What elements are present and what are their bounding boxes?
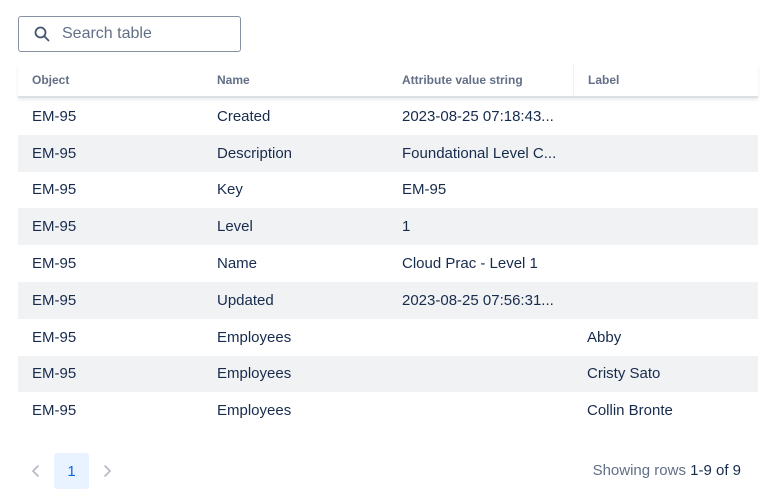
data-table: Object Name Attribute value string Label…	[18, 64, 758, 429]
table-cell-object: EM-95	[32, 365, 77, 383]
page-button-current[interactable]: 1	[54, 453, 89, 489]
table-cell-name: Updated	[217, 291, 274, 309]
search-field[interactable]	[18, 16, 241, 52]
table-cell-object: EM-95	[32, 181, 77, 199]
table-row: EM-95 Employees Abby	[18, 319, 758, 356]
table-cell-name: Employees	[217, 402, 292, 420]
table-cell-object: EM-95	[32, 107, 77, 125]
table-cell-attribute-value: 1	[402, 218, 411, 236]
table-cell-object: EM-95	[32, 402, 77, 420]
column-header-object[interactable]: Object	[18, 64, 203, 96]
table-cell-name: Employees	[217, 365, 292, 383]
search-icon	[34, 26, 50, 42]
rows-summary-range: 1-9 of 9	[690, 462, 741, 479]
table-row: EM-95 Description Foundational Level C...	[18, 134, 758, 172]
table-cell-label: Cristy Sato	[587, 365, 661, 383]
column-header-attribute-value-string[interactable]: Attribute value string	[388, 64, 573, 96]
table-row: EM-95 Employees Collin Bronte	[18, 392, 758, 429]
table-row: EM-95 Name Cloud Prac - Level 1	[18, 245, 758, 282]
table-cell-name: Level	[217, 218, 253, 236]
rows-summary-prefix: Showing rows	[592, 462, 686, 479]
table-cell-label: Collin Bronte	[587, 402, 673, 420]
table-header: Object Name Attribute value string Label	[18, 64, 758, 98]
table-row: EM-95 Key EM-95	[18, 172, 758, 209]
pagination: 1	[18, 453, 125, 489]
table-cell-label: Abby	[587, 328, 622, 346]
table-cell-name: Created	[217, 107, 271, 125]
next-page-button[interactable]	[89, 453, 125, 489]
table-cell-name: Description	[217, 144, 293, 162]
table-cell-attribute-value: Cloud Prac - Level 1	[402, 255, 538, 273]
chevron-left-icon	[32, 465, 39, 477]
table-cell-attribute-value: 2023-08-25 07:56:31...	[402, 291, 554, 309]
table-row: EM-95 Updated 2023-08-25 07:56:31...	[18, 281, 758, 319]
table-cell-name: Employees	[217, 328, 292, 346]
table-row: EM-95 Created 2023-08-25 07:18:43...	[18, 98, 758, 135]
table-cell-object: EM-95	[32, 291, 77, 309]
rows-summary: Showing rows 1-9 of 9	[593, 462, 741, 479]
table-cell-object: EM-95	[32, 218, 77, 236]
search-input[interactable]	[62, 19, 222, 49]
table-body: EM-95 Created 2023-08-25 07:18:43... EM-95 D…	[18, 98, 758, 429]
table-row: EM-95 Employees Cristy Sato	[18, 355, 758, 393]
table-cell-object: EM-95	[32, 144, 77, 162]
chevron-right-icon	[104, 465, 111, 477]
table-row: EM-95 Level 1	[18, 208, 758, 246]
column-header-name[interactable]: Name	[203, 64, 388, 96]
table-cell-object: EM-95	[32, 328, 77, 346]
table-cell-attribute-value: Foundational Level C...	[402, 144, 557, 162]
table-cell-attribute-value: 2023-08-25 07:18:43...	[402, 107, 554, 125]
column-header-label[interactable]: Label	[573, 64, 758, 96]
previous-page-button[interactable]	[18, 453, 54, 489]
table-cell-name: Key	[217, 181, 243, 199]
table-cell-object: EM-95	[32, 255, 77, 273]
table-cell-name: Name	[217, 255, 258, 273]
table-cell-attribute-value: EM-95	[402, 181, 447, 199]
